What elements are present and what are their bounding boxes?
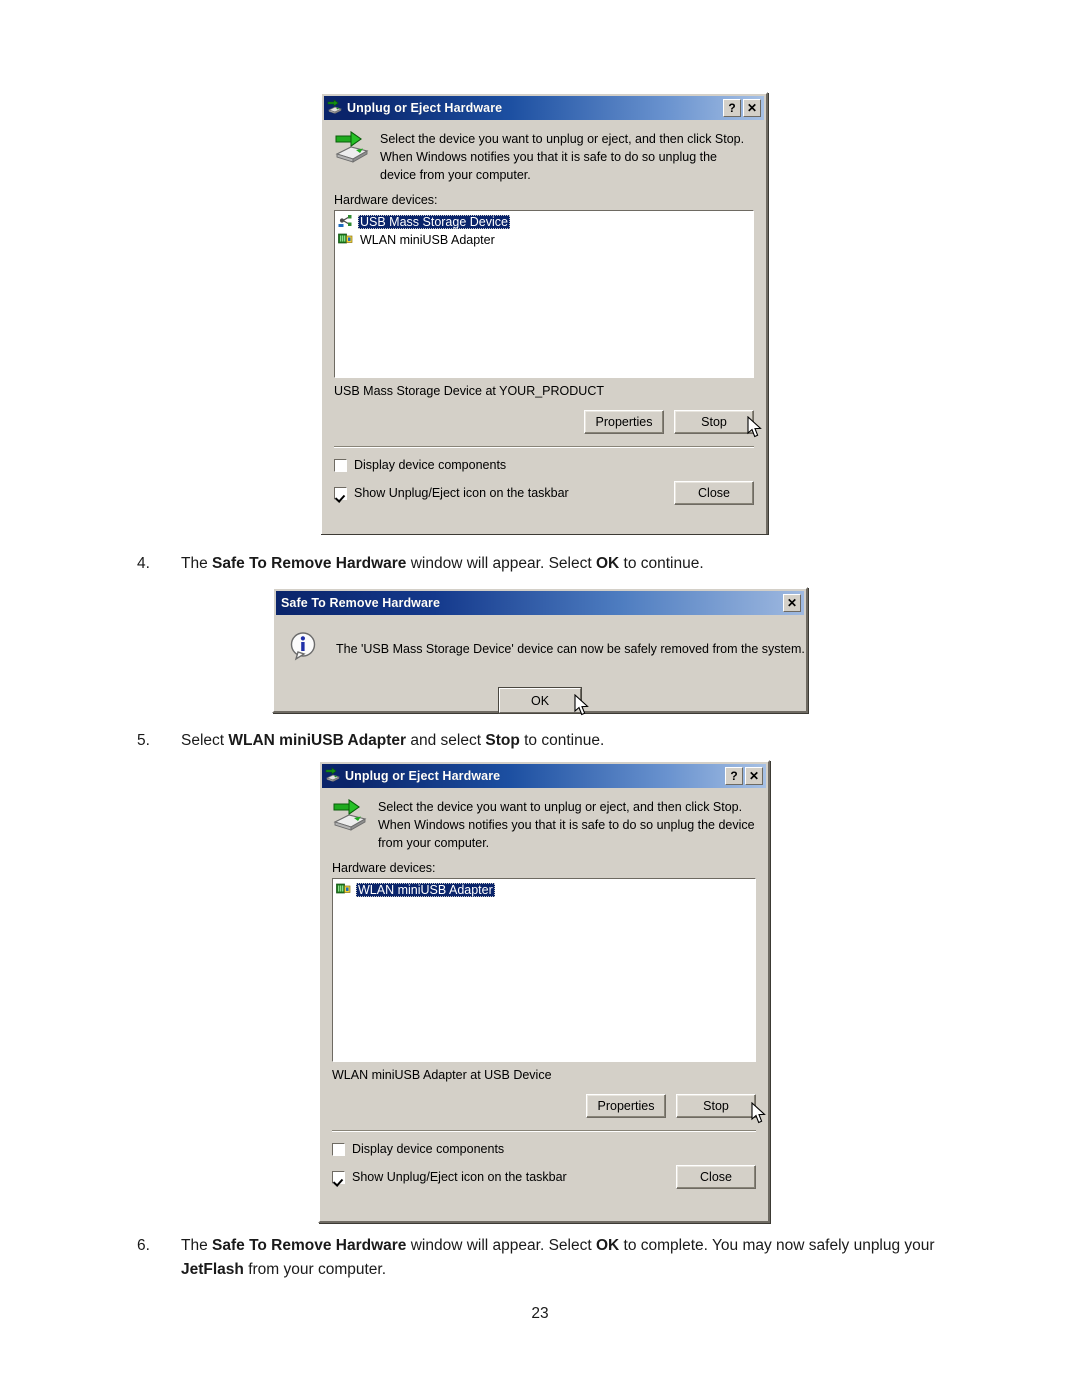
help-button[interactable]: ? xyxy=(723,99,741,117)
titlebar: Safe To Remove Hardware ✕ xyxy=(276,591,804,615)
unplug-hardware-large-icon xyxy=(332,798,368,837)
show-unplug-icon-checkbox[interactable] xyxy=(332,1170,345,1184)
seg-bold: OK xyxy=(595,555,620,572)
titlebar-title: Unplug or Eject Hardware xyxy=(347,101,503,115)
show-unplug-icon-label: Show Unplug/Eject icon on the taskbar xyxy=(354,486,569,501)
step-5-text: Select WLAN miniUSB Adapter and select S… xyxy=(181,729,937,753)
hardware-devices-label: Hardware devices: xyxy=(334,193,438,208)
stop-button[interactable]: Stop xyxy=(674,410,754,435)
dialog-body: Select the device you want to unplug or … xyxy=(322,120,766,513)
properties-button[interactable]: Properties xyxy=(584,410,664,435)
device-status-text: WLAN miniUSB Adapter at USB Device xyxy=(332,1068,552,1083)
ok-button-row: OK xyxy=(288,687,792,716)
list-item[interactable]: USB Mass Storage Device xyxy=(337,213,751,231)
ok-button[interactable]: OK xyxy=(498,687,582,714)
instruction-text: Select the device you want to unplug or … xyxy=(380,132,745,183)
message-text: The 'USB Mass Storage Device' device can… xyxy=(336,641,805,656)
seg-bold: Safe To Remove Hardware xyxy=(212,1237,407,1254)
seg: window will appear. Select xyxy=(406,555,596,572)
seg: to continue. xyxy=(619,555,704,572)
seg: window will appear. Select xyxy=(406,1237,596,1254)
instruction-row: Select the device you want to unplug or … xyxy=(332,798,756,852)
close-dialog-button[interactable]: Close xyxy=(676,1165,756,1190)
properties-button[interactable]: Properties xyxy=(586,1094,666,1119)
list-item-label: USB Mass Storage Device xyxy=(358,215,510,230)
display-device-components-checkbox[interactable] xyxy=(332,1142,345,1156)
help-button[interactable]: ? xyxy=(725,767,743,785)
step-4: 4. The Safe To Remove Hardware window wi… xyxy=(137,552,937,576)
close-button[interactable]: ✕ xyxy=(743,99,761,117)
seg: and select xyxy=(406,732,486,749)
seg: The xyxy=(181,555,213,572)
list-item[interactable]: WLAN miniUSB Adapter xyxy=(337,231,751,249)
device-status-text: USB Mass Storage Device at YOUR_PRODUCT xyxy=(334,384,604,399)
display-device-components-label: Display device components xyxy=(352,1142,505,1157)
seg: to continue. xyxy=(519,732,605,749)
page-number: 23 xyxy=(531,1305,549,1322)
display-device-components-label: Display device components xyxy=(354,458,507,473)
seg-bold: OK xyxy=(595,1237,620,1254)
list-item-label: WLAN miniUSB Adapter xyxy=(360,233,495,248)
safe-to-remove-hardware-dialog: Safe To Remove Hardware ✕ The 'USB Mass … xyxy=(272,587,808,716)
taskbar-icon-row: Show Unplug/Eject icon on the taskbar Cl… xyxy=(332,1165,756,1190)
display-device-components-row[interactable]: Display device components xyxy=(334,458,754,472)
step-6: 6. The Safe To Remove Hardware window wi… xyxy=(137,1234,957,1282)
unplug-eject-hardware-dialog-2: Unplug or Eject Hardware ? ✕ Select the … xyxy=(318,760,770,1223)
show-unplug-icon-row[interactable]: Show Unplug/Eject icon on the taskbar xyxy=(332,1170,567,1184)
info-icon xyxy=(288,631,320,666)
list-item-label: WLAN miniUSB Adapter xyxy=(356,883,495,898)
instruction-row: Select the device you want to unplug or … xyxy=(334,130,754,184)
seg-bold: JetFlash xyxy=(181,1261,244,1279)
show-unplug-icon-checkbox[interactable] xyxy=(334,486,347,500)
seg: Select xyxy=(181,732,229,749)
seg-bold: WLAN miniUSB Adapter xyxy=(228,732,407,749)
usb-device-icon xyxy=(338,213,353,231)
close-button[interactable]: ✕ xyxy=(745,767,763,785)
dialog-body: Select the device you want to unplug or … xyxy=(320,788,768,1197)
titlebar: Unplug or Eject Hardware ? ✕ xyxy=(322,764,766,788)
hardware-devices-listbox[interactable]: USB Mass Storage Device WLAN miniUSB Ada… xyxy=(333,209,755,380)
divider xyxy=(332,1130,756,1133)
seg-bold: Safe To Remove Hardware xyxy=(212,555,407,572)
hardware-devices-label: Hardware devices: xyxy=(332,861,436,876)
step-4-text: The Safe To Remove Hardware window will … xyxy=(181,552,937,576)
close-button[interactable]: ✕ xyxy=(783,594,801,612)
unplug-eject-hardware-dialog-1: Unplug or Eject Hardware ? ✕ Select the … xyxy=(320,92,768,534)
display-device-components-row[interactable]: Display device components xyxy=(332,1142,756,1156)
close-dialog-button[interactable]: Close xyxy=(674,481,754,506)
network-adapter-icon xyxy=(336,881,351,899)
step-4-number: 4. xyxy=(137,555,150,572)
titlebar-title: Unplug or Eject Hardware xyxy=(345,769,501,783)
titlebar: Unplug or Eject Hardware ? ✕ xyxy=(324,96,764,120)
unplug-hardware-large-icon xyxy=(334,130,370,169)
action-button-row: Properties Stop xyxy=(332,1094,766,1124)
message-row: The 'USB Mass Storage Device' device can… xyxy=(288,631,805,666)
taskbar-icon-row: Show Unplug/Eject icon on the taskbar Cl… xyxy=(334,481,754,506)
display-device-components-checkbox[interactable] xyxy=(334,458,347,472)
step-6-text: The Safe To Remove Hardware window will … xyxy=(181,1234,957,1282)
seg: The xyxy=(181,1237,213,1254)
divider xyxy=(334,446,754,449)
stop-button[interactable]: Stop xyxy=(676,1094,756,1119)
show-unplug-icon-label: Show Unplug/Eject icon on the taskbar xyxy=(352,1170,567,1185)
hardware-devices-listbox[interactable]: WLAN miniUSB Adapter xyxy=(331,877,757,1064)
action-button-row: Properties Stop xyxy=(334,410,762,438)
show-unplug-icon-row[interactable]: Show Unplug/Eject icon on the taskbar xyxy=(334,486,569,500)
titlebar-title: Safe To Remove Hardware xyxy=(281,596,441,610)
step-5: 5. Select WLAN miniUSB Adapter and selec… xyxy=(137,729,937,753)
step-5-number: 5. xyxy=(137,732,150,749)
list-item[interactable]: WLAN miniUSB Adapter xyxy=(335,881,753,899)
seg-bold: Stop xyxy=(485,732,520,749)
seg: from your computer. xyxy=(243,1261,387,1279)
seg: to complete. You may now safely unplug y… xyxy=(619,1237,935,1254)
instruction-text: Select the device you want to unplug or … xyxy=(378,800,755,851)
network-adapter-icon xyxy=(338,231,353,249)
unplug-hardware-icon xyxy=(325,766,341,786)
dialog-body: The 'USB Mass Storage Device' device can… xyxy=(274,615,806,725)
unplug-hardware-icon xyxy=(327,98,343,118)
step-6-number: 6. xyxy=(137,1237,150,1254)
